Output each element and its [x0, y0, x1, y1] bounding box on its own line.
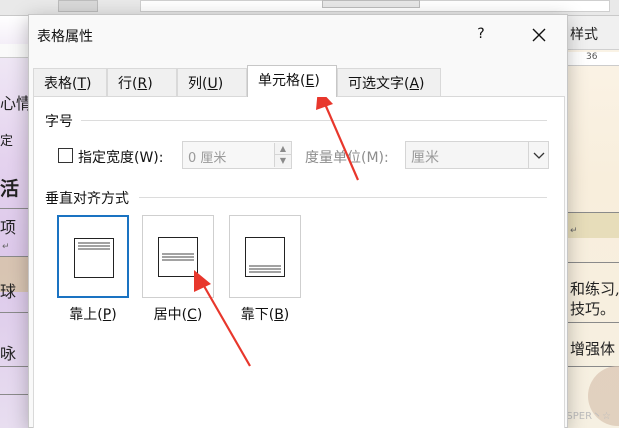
- measure-unit-value: 厘米: [411, 150, 439, 166]
- document-left-edge: 心情 定 活 项 ↵ 球 咏: [0, 16, 32, 428]
- table-line: [0, 208, 28, 209]
- align-center-label: 居中(C): [142, 304, 214, 324]
- left-ruler: [0, 44, 28, 58]
- tab-label-end: ): [147, 76, 153, 92]
- width-spinner[interactable]: 0 厘米 ▲ ▼: [182, 141, 292, 169]
- dialog-title: 表格属性: [37, 29, 93, 45]
- align-label-end: ): [283, 307, 290, 323]
- table-line: [568, 322, 619, 323]
- measure-unit-select[interactable]: 厘米: [405, 141, 549, 169]
- tab-cell[interactable]: 单元格(E): [247, 65, 337, 97]
- align-label-text: 靠上(: [69, 307, 103, 323]
- table-line: [0, 366, 28, 367]
- tab-label: 单元格(: [258, 73, 306, 89]
- align-label-end: ): [196, 307, 203, 323]
- toolbar-button: [58, 0, 98, 12]
- tab-column[interactable]: 列(U): [177, 68, 247, 96]
- doc-text: 项: [0, 218, 17, 237]
- align-bottom-icon: [245, 237, 285, 277]
- tab-hotkey: T: [77, 76, 87, 92]
- tab-hotkey: A: [409, 76, 420, 92]
- tab-label: 表格(: [44, 76, 78, 92]
- align-hotkey: P: [102, 307, 112, 323]
- doc-text: 定: [0, 134, 14, 149]
- align-top-label: 靠上(P): [57, 304, 129, 324]
- table-line: [0, 394, 28, 395]
- ribbon-area: 样式: [568, 16, 619, 50]
- group-divider: [81, 120, 547, 121]
- vertical-align-group-title: 垂直对齐方式: [45, 191, 129, 207]
- spin-down-button[interactable]: ▼: [274, 155, 291, 167]
- tab-label: 可选文字(: [348, 76, 410, 92]
- tab-table[interactable]: 表格(T): [33, 68, 107, 96]
- align-hotkey: B: [274, 307, 284, 323]
- tab-label-end: ): [419, 76, 425, 92]
- align-label-end: ): [111, 307, 117, 323]
- align-hotkey: C: [187, 307, 197, 323]
- spin-up-button[interactable]: ▲: [274, 143, 291, 155]
- align-center-icon: [158, 237, 198, 277]
- chevron-down-icon[interactable]: [528, 142, 548, 168]
- doc-text: 技巧。: [570, 300, 616, 318]
- toolbar-field-inner: [322, 0, 420, 8]
- ruler-number: 36: [586, 52, 598, 62]
- table-line: [0, 256, 28, 257]
- tab-hotkey: R: [137, 76, 148, 92]
- document-right-edge: 样式 36 ↵ 和练习, 技巧。 增强体: [568, 16, 619, 428]
- paragraph-mark: ↵: [2, 242, 10, 252]
- specify-width-label: 指定宽度(W):: [78, 150, 164, 166]
- doc-text: 和练习,: [570, 280, 619, 298]
- paragraph-mark: ↵: [570, 226, 578, 236]
- align-bottom-button[interactable]: [229, 215, 301, 298]
- tab-label-end: ): [314, 73, 320, 89]
- tab-label: 列(: [188, 76, 208, 92]
- ribbon-styles-label: 样式: [570, 27, 598, 43]
- group-divider: [139, 197, 547, 198]
- table-line: [0, 312, 28, 313]
- doc-text: 咏: [0, 344, 17, 363]
- specify-width-checkbox[interactable]: [58, 148, 73, 163]
- right-ruler: 36: [568, 52, 619, 66]
- align-label-text: 靠下(: [240, 307, 275, 323]
- tab-label-end: ): [217, 76, 224, 92]
- doc-text: 活: [0, 178, 20, 200]
- align-top-icon: [74, 238, 114, 278]
- close-button[interactable]: [523, 21, 555, 47]
- measure-unit-label: 度量单位(M):: [305, 150, 389, 166]
- table-properties-dialog: 表格属性 ? 表格(T) 行(R) 列(U) 单元格(E) 可选文字(A) 字号…: [28, 14, 568, 428]
- tab-row[interactable]: 行(R): [107, 68, 177, 96]
- tab-label-end: ): [86, 76, 92, 92]
- help-button[interactable]: ?: [465, 21, 497, 47]
- tab-hotkey: U: [207, 76, 218, 92]
- align-center-button[interactable]: [142, 215, 214, 298]
- align-label-text: 居中(: [153, 307, 188, 323]
- align-top-button[interactable]: [57, 215, 129, 298]
- table-line: [568, 262, 619, 263]
- tab-alt-text[interactable]: 可选文字(A): [337, 68, 441, 96]
- size-group-title: 字号: [45, 114, 73, 130]
- table-line: [568, 212, 619, 213]
- close-icon: [532, 28, 546, 41]
- align-bottom-label: 靠下(B): [229, 304, 301, 324]
- doc-text: 增强体: [570, 340, 616, 358]
- width-value: 0 厘米: [188, 151, 227, 166]
- tab-hotkey: E: [305, 73, 315, 89]
- doc-text: 球: [0, 282, 17, 301]
- dialog-titlebar: 表格属性 ?: [29, 15, 567, 53]
- tab-label: 行(: [118, 76, 138, 92]
